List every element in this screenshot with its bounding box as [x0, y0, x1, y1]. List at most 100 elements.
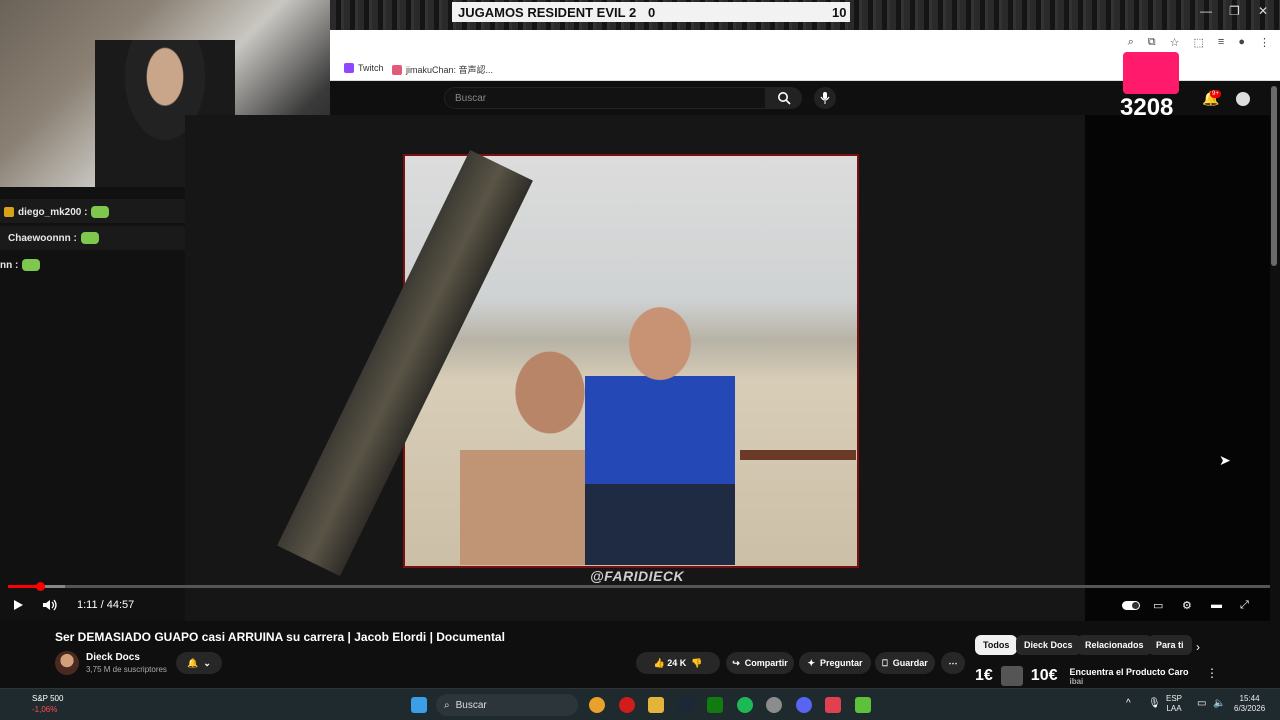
chip-dieck-docs[interactable]: Dieck Docs [1016, 635, 1081, 655]
microphone-tray-icon[interactable]: 🎙 [1148, 698, 1161, 709]
fullscreen-icon[interactable]: ⤢ [1240, 597, 1249, 613]
app-icon[interactable] [766, 697, 782, 713]
search-icon [778, 92, 791, 105]
dislike-icon[interactable]: 👎 [691, 658, 702, 669]
menu-icon[interactable]: ⋮ [1259, 36, 1270, 49]
chevron-down-icon: ⌄ [203, 657, 211, 668]
notifications-badge: 9+ [1210, 90, 1221, 98]
search-input[interactable]: Buscar [444, 87, 766, 109]
network-icon[interactable]: ▭ [1197, 698, 1206, 709]
close-icon[interactable]: ✕ [1258, 4, 1268, 18]
recommendation-menu-icon[interactable]: ⋮ [1206, 666, 1218, 680]
language-indicator[interactable]: ESP LAA [1166, 694, 1182, 714]
search-icon: ⌕ [444, 699, 450, 711]
stock-widget[interactable]: S&P 500 -1,06% [12, 693, 63, 715]
like-button[interactable]: 👍 24 K [654, 658, 687, 669]
theater-mode-icon[interactable]: ▬ [1211, 597, 1222, 613]
chip-para-ti[interactable]: Para ti [1148, 635, 1192, 655]
photo-railing [740, 450, 856, 460]
emote-icon [80, 232, 99, 244]
play-button[interactable] [12, 597, 24, 613]
play-icon [14, 600, 23, 610]
share-button[interactable]: ↪ Compartir [726, 652, 794, 674]
emote-icon [91, 206, 110, 218]
score-right: 10 [832, 4, 847, 20]
opera-icon[interactable] [619, 697, 635, 713]
scoreboard: JUGAMOS RESIDENT EVIL 2 0 10 [452, 2, 850, 22]
subscriber-badge-icon [4, 207, 14, 217]
volume-icon [43, 599, 57, 611]
video-watermark: @FARIDIECK [590, 568, 685, 584]
xbox-icon[interactable] [707, 697, 723, 713]
app-red-icon[interactable] [825, 697, 841, 713]
microphone-icon [820, 92, 830, 104]
bookmark-icon: ⎕ [882, 657, 888, 668]
tray-chevron-icon[interactable]: ^ [1126, 698, 1131, 709]
subtitles-icon[interactable]: ▭ [1153, 597, 1163, 613]
extensions-icon[interactable]: ⬚ [1194, 36, 1204, 49]
windows-start-icon[interactable] [411, 697, 427, 713]
minecraft-icon[interactable] [855, 697, 871, 713]
chip-relacionados[interactable]: Relacionados [1077, 635, 1152, 655]
chips-next-icon[interactable]: › [1196, 640, 1200, 654]
zoom-icon[interactable]: ⌕ [1128, 36, 1134, 49]
ask-button[interactable]: ✦ Preguntar [799, 652, 871, 674]
star-icon[interactable]: ☆ [1170, 36, 1180, 49]
volume-button[interactable] [42, 597, 58, 613]
more-icon: ⋯ [948, 657, 958, 668]
channel-name[interactable]: Dieck Docs [86, 652, 140, 663]
toggle-icon [1122, 600, 1140, 610]
speaker-icon[interactable]: 🔈 [1213, 698, 1225, 709]
account-avatar[interactable] [1236, 92, 1250, 106]
save-button[interactable]: ⎕ Guardar [875, 652, 935, 674]
chat-panel [0, 187, 185, 621]
scrubber-handle[interactable] [35, 582, 45, 591]
page-scrollbar[interactable] [1271, 86, 1277, 266]
played-bar [8, 585, 40, 588]
maximize-icon[interactable]: ❐ [1229, 4, 1240, 18]
more-actions-button[interactable]: ⋯ [941, 652, 965, 674]
discord-icon[interactable] [796, 697, 812, 713]
taskbar-search[interactable]: ⌕ Buscar [436, 694, 578, 716]
progress-bar[interactable] [8, 585, 1270, 588]
chip-todos[interactable]: Todos [975, 635, 1018, 655]
windows-taskbar [0, 688, 1280, 720]
spotify-icon[interactable] [737, 697, 753, 713]
subscriber-count: 3,75 M de suscriptores [86, 665, 167, 674]
subscribe-bell-button[interactable]: 🔔 ⌄ [176, 652, 222, 674]
chat-message: nn : [0, 259, 41, 271]
thumbnail-face [1000, 666, 1023, 686]
chat-message: Chaewoonnn : [8, 232, 99, 244]
bookmark-jimaku[interactable]: jimakuChan: 音声認... [392, 63, 493, 76]
like-dislike-group: 👍 24 K 👎 [636, 652, 720, 674]
chat-message: diego_mk200 : [0, 206, 110, 218]
voice-search-button[interactable] [814, 87, 836, 109]
file-explorer-icon[interactable] [648, 697, 664, 713]
emote-icon [22, 259, 41, 271]
bookmark-twitch[interactable]: Twitch [344, 63, 384, 73]
media-icon[interactable]: ≡ [1218, 36, 1224, 49]
sparkle-icon: ✦ [807, 657, 816, 668]
mouse-cursor-icon: ➤ [1219, 452, 1231, 468]
steam-icon[interactable] [678, 697, 694, 713]
score-left: 0 [648, 4, 656, 20]
profile-icon[interactable]: ● [1238, 36, 1245, 49]
chrome-icon[interactable] [589, 697, 605, 713]
time-display: 1:11 / 44:57 [77, 599, 135, 611]
video-title: Ser DEMASIADO GUAPO casi ARRUINA su carr… [55, 630, 505, 644]
clock[interactable]: 15:44 6/3/2026 [1234, 694, 1265, 714]
recommended-video[interactable]: 1€ 10€ Encuentra el Producto Caro ibai [975, 664, 1235, 688]
autoplay-toggle[interactable] [1121, 597, 1141, 613]
twitch-icon [344, 63, 354, 73]
video-sidebar-area [1085, 115, 1270, 622]
minimize-icon[interactable]: — [1200, 4, 1212, 18]
share-icon: ↪ [732, 657, 740, 668]
bell-icon: 🔔 [187, 657, 199, 668]
channel-avatar[interactable] [55, 651, 79, 675]
search-button[interactable] [766, 87, 802, 109]
photo-boy [585, 295, 735, 565]
settings-gear-icon[interactable]: ⚙ [1182, 597, 1192, 613]
jimaku-icon [392, 64, 402, 75]
install-icon[interactable]: ⧉ [1148, 36, 1156, 49]
stream-overlay-logo [1123, 52, 1179, 94]
